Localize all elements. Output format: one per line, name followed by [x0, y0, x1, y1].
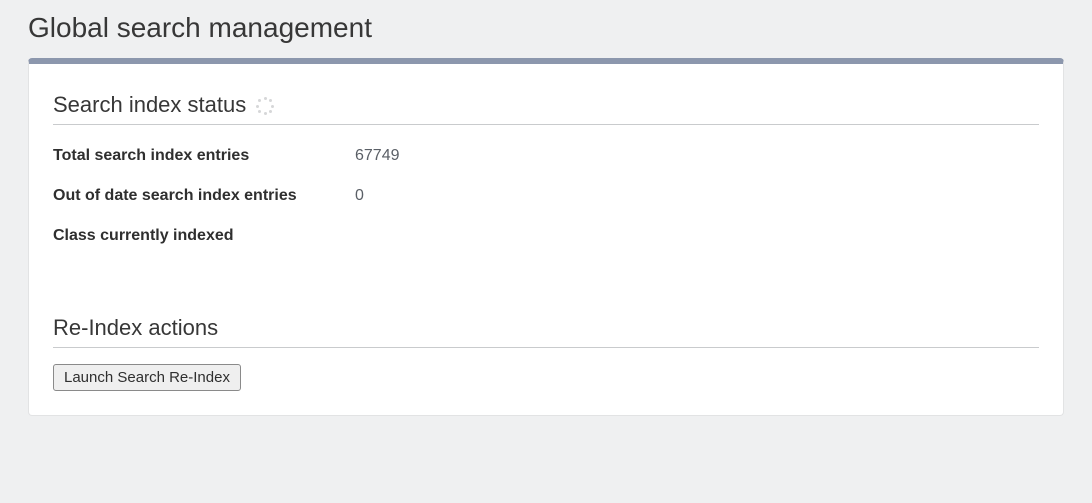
card: Search index status Total search index e…	[28, 58, 1064, 416]
stat-label-total: Total search index entries	[53, 147, 355, 165]
status-heading: Search index status	[53, 92, 246, 118]
status-stats: Total search index entries 67749 Out of …	[53, 147, 1039, 245]
stat-label-outofdate: Out of date search index entries	[53, 187, 355, 205]
stat-row-total: Total search index entries 67749	[53, 147, 1039, 165]
stat-label-class: Class currently indexed	[53, 227, 355, 245]
stat-row-class: Class currently indexed	[53, 227, 1039, 245]
status-heading-row: Search index status	[53, 92, 1039, 125]
stat-value-total: 67749	[355, 147, 400, 165]
stat-row-outofdate: Out of date search index entries 0	[53, 187, 1039, 205]
page-root: Global search management Search index st…	[0, 0, 1092, 503]
page-title: Global search management	[28, 12, 1064, 44]
launch-reindex-button[interactable]: Launch Search Re-Index	[53, 364, 241, 391]
reindex-heading-row: Re-Index actions	[53, 315, 1039, 348]
spinner-icon	[256, 97, 274, 115]
stat-value-outofdate: 0	[355, 187, 364, 205]
reindex-heading: Re-Index actions	[53, 315, 218, 341]
